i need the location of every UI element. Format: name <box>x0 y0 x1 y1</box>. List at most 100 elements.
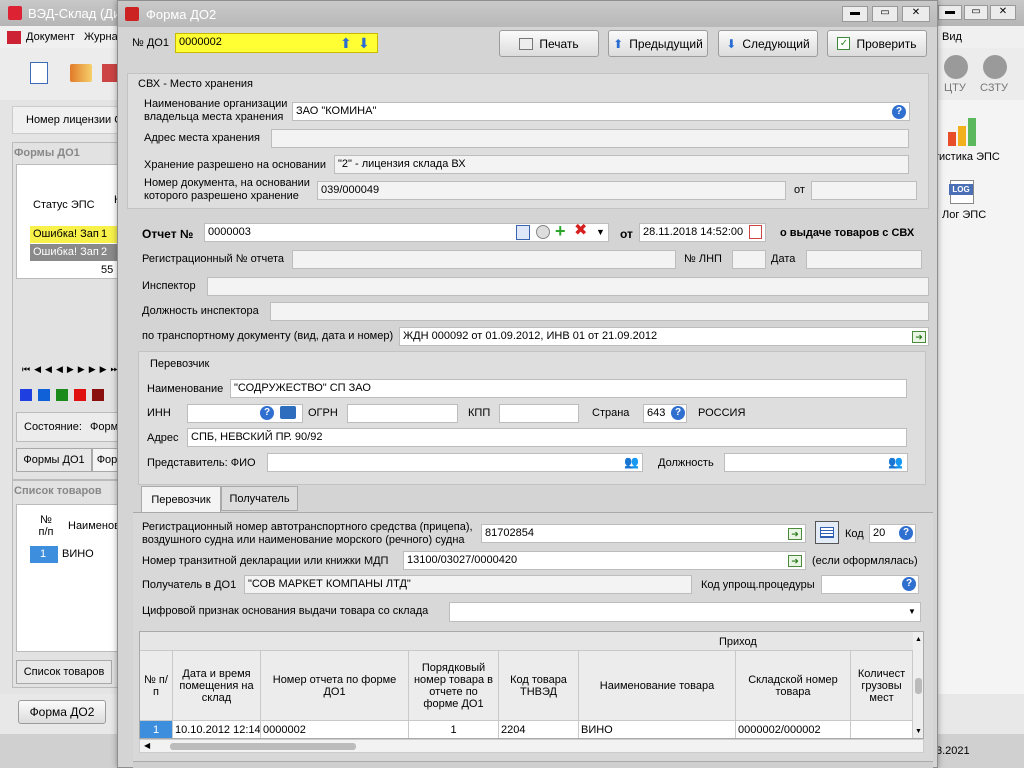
hscroll-left-icon[interactable]: ◀ <box>144 741 150 750</box>
vehicle-goto-icon[interactable]: ➜ <box>788 528 802 540</box>
row-1-goods-name[interactable]: ВИНО <box>579 721 736 738</box>
position-field[interactable] <box>270 302 929 321</box>
transit-field[interactable]: 13100/03027/0000420 <box>403 551 806 570</box>
state-value: Форм <box>90 421 119 433</box>
row-1-datetime[interactable]: 10.10.2012 12:14 <box>173 721 261 738</box>
license-label[interactable]: Номер лицензии С <box>26 114 122 126</box>
statistics-chart-icon[interactable] <box>948 118 980 146</box>
scroll-down-icon[interactable]: ▼ <box>915 728 922 735</box>
report-date-field[interactable]: 28.11.2018 14:52:00 <box>639 223 766 242</box>
scroll-thumb[interactable] <box>915 678 922 694</box>
dialog-minimize-button[interactable]: ▬ <box>842 6 868 22</box>
row-1-tnved[interactable]: 2204 <box>499 721 579 738</box>
report-circle-icon[interactable] <box>536 225 550 239</box>
reg-date-label: Дата <box>771 253 796 265</box>
ogrn-field[interactable] <box>347 404 458 423</box>
simplified-help-icon[interactable]: ? <box>902 577 916 591</box>
color-blue2-swatch[interactable] <box>38 389 50 401</box>
dialog-close-button[interactable]: ✕ <box>902 6 930 22</box>
menu-view[interactable]: Вид <box>942 31 962 43</box>
calendar-icon[interactable] <box>749 225 762 239</box>
form-do2-button[interactable]: Форма ДО2 <box>18 700 106 724</box>
inn-book-icon[interactable] <box>280 406 296 419</box>
book-icon[interactable] <box>70 64 92 82</box>
reg-field[interactable] <box>292 250 676 269</box>
previous-button[interactable]: ⬆ Предыдущий <box>608 30 708 57</box>
lnp-label: № ЛНП <box>684 253 722 265</box>
rep-people-icon[interactable]: 👥 <box>624 455 640 469</box>
transit-goto-icon[interactable]: ➜ <box>788 555 802 567</box>
digital-select[interactable] <box>449 602 921 622</box>
org-field[interactable]: ЗАО "КОМИНА" <box>292 102 910 121</box>
kpp-field[interactable] <box>499 404 579 423</box>
arrow-down-icon: ⬇ <box>726 36 737 51</box>
menu-document[interactable]: Документ <box>26 31 75 43</box>
doc-up-arrow-icon[interactable]: ⬆ <box>340 36 354 50</box>
delete-icon[interactable]: ✖ <box>574 222 587 240</box>
sztu-icon[interactable] <box>983 55 1007 79</box>
basis-field[interactable]: "2" - лицензия склада ВХ <box>334 155 909 174</box>
tab-forms-do1[interactable]: Формы ДО1 <box>16 448 92 472</box>
code-help-icon[interactable]: ? <box>899 526 913 540</box>
doc-down-arrow-icon[interactable]: ⬇ <box>358 36 372 50</box>
checkmark-icon: ✓ <box>837 37 851 50</box>
color-red-swatch[interactable] <box>74 389 86 401</box>
report-calc-icon[interactable] <box>516 225 530 240</box>
rep-position-people-icon[interactable]: 👥 <box>888 455 904 469</box>
main-close-button[interactable]: ✕ <box>990 5 1016 20</box>
vehicle-field[interactable]: 81702854 <box>481 524 806 543</box>
lnp-field[interactable] <box>732 250 766 269</box>
transport-field[interactable]: ЖДН 000092 от 01.09.2012, ИНВ 01 от 21.0… <box>399 327 929 346</box>
address-field[interactable]: СПБ, НЕВСКИЙ ПР. 90/92 <box>187 428 907 447</box>
main-window-title: ВЭД-Склад (Дис <box>28 6 127 21</box>
color-darkred-swatch[interactable] <box>92 389 104 401</box>
report-dropdown-icon[interactable]: ▼ <box>596 227 605 237</box>
main-minimize-button[interactable]: ▬ <box>938 5 962 20</box>
row-1-report-number[interactable]: 0000002 <box>261 721 409 738</box>
row-1-warehouse-number[interactable]: 0000002/000002 <box>736 721 851 738</box>
print-button[interactable]: Печать <box>499 30 599 57</box>
arrow-up-icon: ⬆ <box>613 36 624 51</box>
log-icon[interactable]: LOG <box>949 180 974 204</box>
inspector-field[interactable] <box>207 277 929 296</box>
country-help-icon[interactable]: ? <box>671 406 685 420</box>
book-icon-2[interactable] <box>102 64 118 82</box>
carrier-name-field[interactable]: "СОДРУЖЕСТВО" СП ЗАО <box>230 379 907 398</box>
add-icon[interactable]: + <box>555 222 566 240</box>
basis-label: Хранение разрешено на основании <box>144 159 326 171</box>
table-vertical-scrollbar[interactable]: ▲ ▼ <box>913 632 923 738</box>
dialog-maximize-button[interactable]: ▭ <box>872 6 898 22</box>
col-header-goods-index: Порядковый номер товара в отчете по форм… <box>409 651 499 721</box>
row-1-places[interactable] <box>851 721 913 738</box>
digital-dropdown-icon[interactable]: ▼ <box>908 607 916 616</box>
main-maximize-button[interactable]: ▭ <box>964 5 988 20</box>
vehicle-list-button[interactable] <box>815 521 839 544</box>
reg-date-field[interactable] <box>806 250 922 269</box>
grid-navigator[interactable]: ⏮◀◀◀▶▶▶▶⏭ <box>22 364 123 375</box>
row-1-goods-index[interactable]: 1 <box>409 721 499 738</box>
receiver-field[interactable]: "СОВ МАРКЕТ КОМПАНЫ ЛТД" <box>244 575 692 594</box>
org-help-icon[interactable]: ? <box>892 105 906 119</box>
tab-carrier[interactable]: Перевозчик <box>141 486 221 513</box>
next-button[interactable]: ⬇ Следующий <box>718 30 818 57</box>
color-green-swatch[interactable] <box>56 389 68 401</box>
hscroll-thumb[interactable] <box>170 743 356 750</box>
addr-field[interactable] <box>271 129 909 148</box>
menu-journal[interactable]: Журна <box>84 31 118 43</box>
new-document-icon[interactable] <box>30 62 48 84</box>
transport-goto-icon[interactable]: ➜ <box>912 331 926 343</box>
table-horizontal-scrollbar[interactable]: ◀ <box>139 739 924 753</box>
rep-position-field[interactable] <box>724 453 908 472</box>
check-button[interactable]: ✓ Проверить <box>827 30 927 57</box>
tab-receiver[interactable]: Получатель <box>221 486 298 511</box>
inn-help-icon[interactable]: ? <box>260 406 274 420</box>
tab-goods-list[interactable]: Список товаров <box>16 660 112 684</box>
ctu-icon[interactable] <box>944 55 968 79</box>
row-1-num[interactable]: 1 <box>140 721 173 738</box>
rep-field[interactable] <box>267 453 643 472</box>
scroll-up-icon[interactable]: ▲ <box>915 636 922 643</box>
color-blue-swatch[interactable] <box>20 389 32 401</box>
docnum-from-field[interactable] <box>811 181 917 200</box>
country-label: Страна <box>592 407 630 419</box>
docnum-field[interactable]: 039/000049 <box>317 181 786 200</box>
